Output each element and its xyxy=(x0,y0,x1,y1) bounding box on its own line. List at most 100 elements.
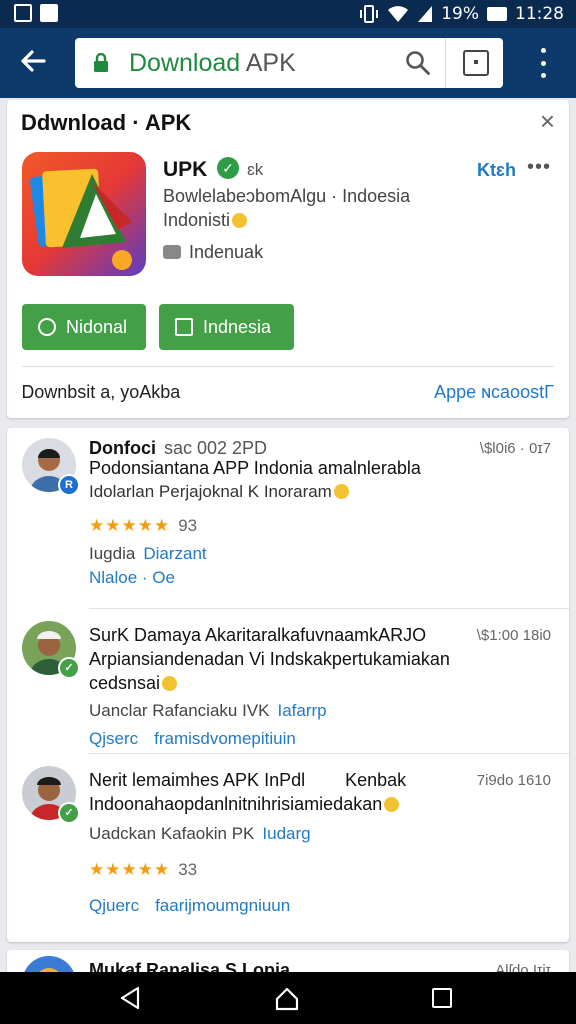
nav-home-icon[interactable] xyxy=(274,986,300,1012)
arrow-back-icon xyxy=(21,50,46,72)
signal-icon xyxy=(418,6,433,22)
developer-line: BowlelabeɔbomAlgu · Indoesia xyxy=(163,186,410,207)
category-line: Indonisti xyxy=(163,210,248,231)
reviewer-name: Nerit lemaimhes APK InPdl Kenbak xyxy=(89,770,406,791)
footer-link[interactable]: Appe ɴcaoostΓ xyxy=(434,382,554,403)
more-icon[interactable]: ••• xyxy=(527,156,551,179)
reviews-card: R Donfoci sac 002 2PD \$l0i6 · 0ɪ7 Podons… xyxy=(7,428,569,942)
browser-toolbar: Download APK xyxy=(0,28,576,98)
review-meta: Uanclar Rafanciaku IVK Iafarrp xyxy=(89,701,327,721)
review-text: Arpiansiandenadan Vi Indskakpertukamiaka… xyxy=(89,649,450,669)
app-name: UPK xyxy=(163,158,208,181)
app-extra-label: ɛk xyxy=(247,160,264,179)
review-meta-text: Uadckan Kafaokin xyxy=(89,824,227,843)
review-meta-extra: PK xyxy=(231,824,255,843)
clock-icon xyxy=(38,318,56,336)
battery-percent: 19% xyxy=(441,4,479,24)
avatar[interactable]: ✓ xyxy=(22,766,80,824)
nav-back-icon[interactable] xyxy=(118,986,142,1010)
category-text: Indonisti xyxy=(163,210,231,230)
review-meta-link[interactable]: Diarzant xyxy=(143,544,206,563)
developer-name: BowlelabeɔbomAlgu · xyxy=(163,186,338,206)
url-bar-divider xyxy=(445,38,446,88)
review-action-link[interactable]: Nlaloe · Oe xyxy=(89,568,175,588)
reviewer-name-text: SurK Damaya Akaritaralkafuvnaamk xyxy=(89,625,379,645)
developer-country: Indoesia xyxy=(342,186,411,206)
thumb-icon xyxy=(163,245,181,259)
review-meta-text: Uanclar Rafanciaku IVK xyxy=(89,701,270,720)
divider xyxy=(89,753,569,754)
verified-badge-icon: ✓ xyxy=(58,802,80,824)
review-item[interactable]: ✓ Nerit lemaimhes APK InPdl Kenbak 7i9do … xyxy=(7,758,569,938)
review-link-a[interactable]: Qjuerc xyxy=(89,896,139,915)
divider xyxy=(22,366,554,367)
emoji-icon xyxy=(384,797,400,812)
reviewer-name-text: Donfoci xyxy=(89,438,156,458)
battery-icon xyxy=(487,7,507,21)
avatar[interactable]: R xyxy=(22,438,80,496)
overflow-menu-icon[interactable] xyxy=(536,48,550,78)
review-meta-link[interactable]: Iafarrp xyxy=(277,701,326,720)
star-rating: ★★★★★ 93 xyxy=(89,516,197,536)
review-action-links: Qjuerc faarijmoumgniuun xyxy=(89,896,290,916)
back-button[interactable] xyxy=(18,46,52,80)
review-time: \$1:00 18i0 xyxy=(476,627,551,644)
app-card: Ddwnload · APK × UPK ✓ ɛk Ktɛh ••• Bowle… xyxy=(7,100,569,418)
review-link-b[interactable]: faarijmoumgniuun xyxy=(155,896,290,915)
image-notification-icon xyxy=(14,4,32,22)
review-time: \$l0i6 · 0ɪ7 xyxy=(479,440,551,457)
tab-switcher-icon[interactable] xyxy=(463,50,489,76)
secondary-button-label: Indnesia xyxy=(203,316,272,337)
review-text-content: Indoonahaopdanlnitnihrisiamiedakan xyxy=(89,794,383,814)
review-item[interactable]: ✓ SurK Damaya AkaritaralkafuvnaamkARJO \… xyxy=(7,613,569,754)
nav-recents-icon[interactable] xyxy=(432,988,452,1008)
avatar[interactable]: ✓ xyxy=(22,621,80,679)
url-path: APK xyxy=(240,49,296,77)
clipboard-icon xyxy=(175,318,193,336)
url-bar[interactable]: Download APK xyxy=(75,38,503,88)
review-subtext-text: Idolarlan Perjajoknal K Inoraram xyxy=(89,482,332,501)
star-rating: ★★★★★ 33 xyxy=(89,860,197,880)
close-icon[interactable]: × xyxy=(540,108,555,134)
review-subtext: Idolarlan Perjajoknal K Inoraram xyxy=(89,482,349,502)
review-time: 7i9do 1610 xyxy=(476,772,551,789)
review-link-a[interactable]: Qjserc xyxy=(89,729,138,748)
review-item[interactable]: R Donfoci sac 002 2PD \$l0i6 · 0ɪ7 Podons… xyxy=(7,428,569,609)
divider xyxy=(89,608,569,609)
emoji-icon xyxy=(162,676,178,691)
primary-button-label: Nidonal xyxy=(66,316,128,337)
review-link-b[interactable]: framisdvomepitiuin xyxy=(154,729,296,748)
review-meta: Uadckan Kafaokin PK Iudarg xyxy=(89,824,311,844)
review-text-line2: cedsnsai xyxy=(89,673,178,694)
app-link[interactable]: Ktɛh xyxy=(477,160,516,181)
url-text[interactable]: Download APK xyxy=(129,49,296,78)
star-count: 93 xyxy=(178,516,198,535)
review-action-links: Qjserc framisdvomepitiuin xyxy=(89,729,296,749)
verified-badge-icon: ✓ xyxy=(58,657,80,679)
clock: 11:28 xyxy=(515,4,564,24)
bookmark-notification-icon xyxy=(40,4,58,22)
lock-icon xyxy=(94,53,108,72)
reviewer-name-text: Nerit lemaimhes APK xyxy=(89,770,260,790)
primary-action-button[interactable]: Nidonal xyxy=(22,304,146,350)
badge-icon: R xyxy=(58,474,80,496)
secondary-action-button[interactable]: Indnesia xyxy=(159,304,294,350)
review-text-line2-text: cedsnsai xyxy=(89,673,161,693)
emoji-icon xyxy=(232,213,248,228)
reviewer-name-extra: ARJO xyxy=(378,625,427,645)
reviewer-name-right: Kenbak xyxy=(345,770,407,790)
review-meta-text: Iugdia xyxy=(89,544,136,563)
rating-label: Indenuak xyxy=(189,242,264,262)
review-text: Podonsiantana APP Indonia amalnlerabla xyxy=(89,458,421,478)
reviewer-name: SurK Damaya AkaritaralkafuvnaamkARJO xyxy=(89,625,426,646)
stars: ★★★★★ xyxy=(89,516,171,535)
reviewer-name-extra: sac 002 2PD xyxy=(164,438,268,458)
rating-line: Indenuak xyxy=(163,242,263,263)
star-count: 33 xyxy=(178,860,198,879)
app-icon[interactable] xyxy=(22,152,146,276)
url-domain: Download xyxy=(129,49,241,77)
verified-icon: ✓ xyxy=(217,157,239,179)
emoji-icon xyxy=(333,484,349,499)
search-icon[interactable] xyxy=(405,50,431,76)
review-meta-link[interactable]: Iudarg xyxy=(262,824,310,843)
